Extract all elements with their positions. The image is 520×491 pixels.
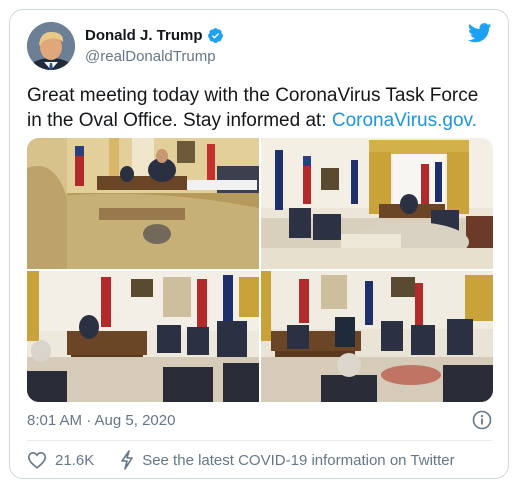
info-icon[interactable]: [472, 410, 492, 430]
media-photo-3[interactable]: [27, 271, 259, 402]
tweet-text: Great meeting today with the CoronaVirus…: [27, 83, 497, 133]
avatar[interactable]: [27, 22, 75, 70]
media-photo-4[interactable]: [261, 271, 493, 402]
author-name[interactable]: Donald J. Trump: [85, 27, 224, 44]
photo-4-image: [261, 271, 493, 402]
tweet-media-grid: [27, 138, 493, 402]
lightning-bolt-icon: [121, 450, 134, 470]
divider: [27, 440, 492, 441]
author-handle[interactable]: @realDonaldTrump: [85, 48, 216, 65]
tweet-card: Donald J. Trump @realDonaldTrump Great m…: [9, 9, 509, 479]
author-name-text: Donald J. Trump: [85, 27, 203, 44]
like-button[interactable]: 21.6K: [27, 451, 94, 469]
photo-1-image: [27, 138, 259, 269]
tweet-timestamp[interactable]: 8:01 AM · Aug 5, 2020: [27, 412, 175, 429]
avatar-image: [27, 22, 75, 70]
photo-3-image: [27, 271, 259, 402]
covid-info-text: See the latest COVID-19 information on T…: [142, 451, 455, 469]
photo-2-image: [261, 138, 493, 269]
verified-badge-icon: [207, 28, 223, 43]
covid-info-link[interactable]: See the latest COVID-19 information on T…: [120, 450, 455, 470]
media-photo-2[interactable]: [261, 138, 493, 269]
twitter-bird-icon[interactable]: [468, 23, 492, 43]
media-photo-1[interactable]: [27, 138, 259, 269]
like-count: 21.6K: [55, 451, 95, 469]
heart-icon: [27, 451, 47, 469]
tweet-link[interactable]: CoronaVirus.gov.: [332, 110, 477, 131]
tweet-actions: 21.6K See the latest COVID-19 informatio…: [27, 450, 455, 470]
